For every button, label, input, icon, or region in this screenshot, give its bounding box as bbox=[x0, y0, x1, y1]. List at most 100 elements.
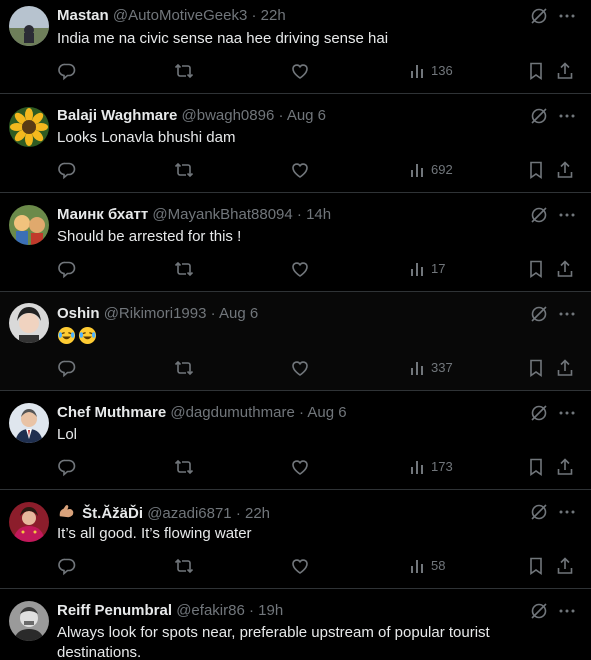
views-icon[interactable] bbox=[407, 358, 427, 378]
reply-icon[interactable] bbox=[57, 259, 77, 279]
avatar[interactable] bbox=[9, 303, 49, 343]
like-icon[interactable] bbox=[290, 457, 310, 477]
reply-icon[interactable] bbox=[57, 61, 77, 81]
share-icon[interactable] bbox=[555, 457, 575, 477]
grok-icon[interactable] bbox=[529, 601, 549, 621]
reply-text: Should be arrested for this ! bbox=[57, 228, 242, 245]
display-name[interactable]: Št.ĂžäĎi bbox=[82, 505, 143, 522]
views-count: 337 bbox=[431, 360, 453, 375]
separator: · bbox=[210, 305, 216, 322]
repost-icon[interactable] bbox=[174, 457, 194, 477]
repost-icon[interactable] bbox=[174, 358, 194, 378]
reply-icon[interactable] bbox=[57, 160, 77, 180]
share-icon[interactable] bbox=[555, 61, 575, 81]
grok-icon[interactable] bbox=[529, 304, 549, 324]
like-icon[interactable] bbox=[290, 61, 310, 81]
timestamp[interactable]: Aug 6 bbox=[287, 107, 326, 124]
more-icon[interactable] bbox=[557, 502, 577, 522]
grok-icon[interactable] bbox=[529, 205, 549, 225]
share-icon[interactable] bbox=[555, 556, 575, 576]
like-icon[interactable] bbox=[290, 160, 310, 180]
bookmark-icon[interactable] bbox=[526, 358, 546, 378]
user-handle[interactable]: @AutoMotiveGeek3 bbox=[113, 7, 247, 24]
timestamp[interactable]: 19h bbox=[258, 602, 283, 619]
views-icon[interactable] bbox=[407, 61, 427, 81]
reply-item[interactable]: Balaji Waghmare @bwagh0896 · Aug 6 Looks… bbox=[0, 94, 591, 193]
timestamp[interactable]: 14h bbox=[306, 206, 331, 223]
avatar[interactable] bbox=[9, 107, 49, 147]
replies-feed[interactable]: Mastan @AutoMotiveGeek3 · 22h India me n… bbox=[0, 0, 591, 660]
avatar[interactable] bbox=[9, 403, 49, 443]
display-name[interactable]: Mastan bbox=[57, 7, 109, 24]
laughing-crying-emoji bbox=[57, 326, 76, 345]
display-name[interactable]: Маинк бхатт bbox=[57, 206, 148, 223]
reply-text bbox=[57, 326, 527, 348]
reply-icon[interactable] bbox=[57, 358, 77, 378]
user-handle[interactable]: @dagdumuthmare bbox=[170, 404, 294, 421]
avatar[interactable] bbox=[9, 6, 49, 46]
like-icon[interactable] bbox=[290, 259, 310, 279]
reply-icon[interactable] bbox=[57, 556, 77, 576]
display-name[interactable]: Oshin bbox=[57, 305, 100, 322]
timestamp[interactable]: Aug 6 bbox=[307, 404, 346, 421]
timestamp[interactable]: Aug 6 bbox=[219, 305, 258, 322]
reply-header: Oshin @Rikimori1993 · Aug 6 bbox=[57, 304, 527, 324]
grok-icon[interactable] bbox=[529, 403, 549, 423]
user-handle[interactable]: @efakir86 bbox=[176, 602, 245, 619]
user-handle[interactable]: @bwagh0896 bbox=[182, 107, 275, 124]
more-icon[interactable] bbox=[557, 106, 577, 126]
views-icon[interactable] bbox=[407, 556, 427, 576]
grok-icon[interactable] bbox=[529, 6, 549, 26]
grok-icon[interactable] bbox=[529, 106, 549, 126]
display-name[interactable]: Balaji Waghmare bbox=[57, 107, 177, 124]
reply-item[interactable]: Oshin @Rikimori1993 · Aug 6 337 bbox=[0, 292, 591, 391]
reply-item[interactable]: Chef Muthmare @dagdumuthmare · Aug 6 Lol… bbox=[0, 391, 591, 490]
bookmark-icon[interactable] bbox=[526, 160, 546, 180]
share-icon[interactable] bbox=[555, 160, 575, 180]
like-icon[interactable] bbox=[290, 556, 310, 576]
views-icon[interactable] bbox=[407, 160, 427, 180]
reply-item[interactable]: Mastan @AutoMotiveGeek3 · 22h India me n… bbox=[0, 0, 591, 94]
avatar[interactable] bbox=[9, 502, 49, 542]
reply-header: Reiff Penumbral @efakir86 · 19h bbox=[57, 601, 527, 621]
reply-icon[interactable] bbox=[57, 457, 77, 477]
reply-item[interactable]: Маинк бхатт @MayankBhat88094 · 14h Shoul… bbox=[0, 193, 591, 292]
share-icon[interactable] bbox=[555, 358, 575, 378]
repost-icon[interactable] bbox=[174, 259, 194, 279]
reply-header: Št.ĂžäĎi @azadi6871 · 22h bbox=[57, 502, 527, 522]
like-icon[interactable] bbox=[290, 358, 310, 378]
views-count: 692 bbox=[431, 162, 453, 177]
more-icon[interactable] bbox=[557, 205, 577, 225]
bookmark-icon[interactable] bbox=[526, 61, 546, 81]
reply-header: Chef Muthmare @dagdumuthmare · Aug 6 bbox=[57, 403, 527, 423]
separator: · bbox=[248, 602, 254, 619]
bookmark-icon[interactable] bbox=[526, 259, 546, 279]
display-name[interactable]: Reiff Penumbral bbox=[57, 602, 172, 619]
timestamp[interactable]: 22h bbox=[245, 505, 270, 522]
repost-icon[interactable] bbox=[174, 61, 194, 81]
repost-icon[interactable] bbox=[174, 556, 194, 576]
more-icon[interactable] bbox=[557, 304, 577, 324]
user-handle[interactable]: @MayankBhat88094 bbox=[152, 206, 292, 223]
reply-item[interactable]: Št.ĂžäĎi @azadi6871 · 22h It’s all good.… bbox=[0, 490, 591, 589]
views-icon[interactable] bbox=[407, 457, 427, 477]
repost-icon[interactable] bbox=[174, 160, 194, 180]
user-handle[interactable]: @azadi6871 bbox=[147, 505, 231, 522]
timestamp[interactable]: 22h bbox=[261, 7, 286, 24]
reply-item[interactable]: Reiff Penumbral @efakir86 · 19h Always l… bbox=[0, 589, 591, 660]
reply-text: India me na civic sense naa hee driving … bbox=[57, 30, 389, 47]
views-count: 136 bbox=[431, 63, 453, 78]
more-icon[interactable] bbox=[557, 403, 577, 423]
user-handle[interactable]: @Rikimori1993 bbox=[104, 305, 207, 322]
views-icon[interactable] bbox=[407, 259, 427, 279]
reply-text: Lol bbox=[57, 426, 78, 443]
avatar[interactable] bbox=[9, 205, 49, 245]
display-name[interactable]: Chef Muthmare bbox=[57, 404, 166, 421]
more-icon[interactable] bbox=[557, 601, 577, 621]
bookmark-icon[interactable] bbox=[526, 556, 546, 576]
grok-icon[interactable] bbox=[529, 502, 549, 522]
share-icon[interactable] bbox=[555, 259, 575, 279]
bookmark-icon[interactable] bbox=[526, 457, 546, 477]
avatar[interactable] bbox=[9, 601, 49, 641]
more-icon[interactable] bbox=[557, 6, 577, 26]
